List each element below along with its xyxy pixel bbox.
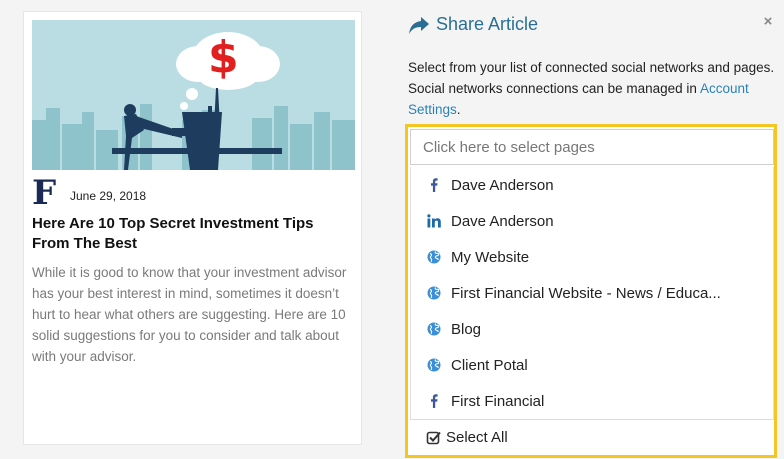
globe-icon (427, 358, 441, 372)
dollar-icon: $ (208, 32, 239, 83)
page-selector: Dave Anderson Dave Anderson My Website Firs… (405, 124, 777, 458)
close-button[interactable]: × (760, 14, 776, 30)
share-arrow-icon (409, 16, 429, 34)
page-option-label: Client Potal (451, 356, 528, 374)
globe-icon (427, 286, 441, 300)
page-option[interactable]: First Financial (411, 383, 773, 419)
facebook-icon (427, 394, 441, 408)
page-option-label: My Website (451, 248, 530, 266)
article-title[interactable]: Here Are 10 Top Secret Investment Tips F… (32, 214, 352, 254)
page-option-label: Blog (451, 320, 482, 338)
page-option[interactable]: First Financial Website - News / Educa..… (411, 275, 773, 311)
check-square-icon (426, 431, 441, 444)
share-description-suffix: . (456, 102, 461, 117)
globe-icon (427, 250, 441, 264)
page-option[interactable]: Blog (411, 311, 773, 347)
share-header: Share Article (408, 14, 538, 35)
select-all-option[interactable]: Select All (410, 419, 774, 455)
share-title: Share Article (436, 14, 539, 34)
article-card[interactable]: $ F June 29, 2018 Here Are 10 Top Secret… (23, 11, 362, 445)
page-options-list: Dave Anderson Dave Anderson My Website Firs… (410, 167, 774, 419)
share-description: Select from your list of connected socia… (408, 57, 776, 120)
page-option-label: First Financial (451, 392, 545, 410)
select-pages-input[interactable] (410, 129, 774, 165)
linkedin-icon (427, 214, 441, 228)
globe-icon (427, 322, 441, 336)
page-option-label: Dave Anderson (451, 212, 554, 230)
page-option[interactable]: Client Potal (411, 347, 773, 383)
article-image[interactable]: $ (32, 20, 355, 170)
page-option[interactable]: My Website (411, 239, 773, 275)
page-option[interactable]: Dave Anderson (411, 203, 773, 239)
publisher-logo: F (32, 173, 57, 213)
facebook-icon (427, 178, 441, 192)
article-meta: F June 29, 2018 (32, 173, 147, 213)
page-option-label: Dave Anderson (451, 176, 554, 194)
article-excerpt: While it is good to know that your inves… (32, 265, 347, 364)
article-date: June 29, 2018 (70, 189, 147, 203)
page-option-label: First Financial Website - News / Educa..… (451, 284, 721, 302)
page-option[interactable]: Dave Anderson (411, 167, 773, 203)
select-all-label: Select All (446, 429, 508, 446)
